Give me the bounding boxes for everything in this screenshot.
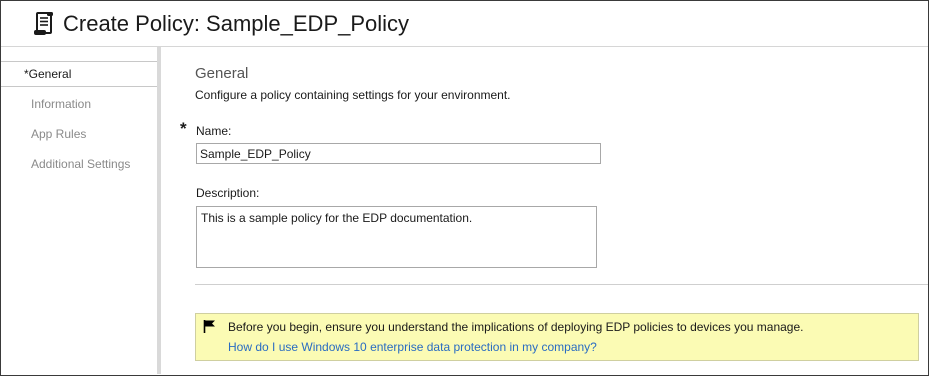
scroll-policy-icon <box>33 12 55 36</box>
sidebar-item-label: App Rules <box>31 127 87 141</box>
main-content: General Configure a policy containing se… <box>161 47 928 374</box>
name-field[interactable] <box>196 143 601 164</box>
page-title: Create Policy: Sample_EDP_Policy <box>63 11 410 36</box>
section-description: Configure a policy containing settings f… <box>195 88 511 102</box>
sidebar-nav: *General Information App Rules Additiona… <box>1 47 157 374</box>
required-marker: * <box>180 119 187 138</box>
flag-icon <box>203 319 217 333</box>
sidebar-item-label: Information <box>31 97 92 111</box>
name-label: Name: <box>196 124 232 138</box>
dialog-header: Create Policy: Sample_EDP_Policy <box>1 1 928 46</box>
info-notice: Before you begin, ensure you understand … <box>195 313 919 361</box>
content-divider <box>195 284 928 285</box>
description-field[interactable]: This is a sample policy for the EDP docu… <box>196 206 597 268</box>
description-label: Description: <box>196 186 260 200</box>
section-title: General <box>195 65 249 82</box>
sidebar-item-information[interactable]: Information <box>1 91 157 117</box>
notice-message: Before you begin, ensure you understand … <box>228 320 804 334</box>
help-link[interactable]: How do I use Windows 10 enterprise data … <box>228 340 597 354</box>
sidebar-item-label: Additional Settings <box>31 157 131 171</box>
sidebar-item-general[interactable]: *General <box>1 61 157 87</box>
sidebar-item-additional-settings[interactable]: Additional Settings <box>1 151 157 177</box>
sidebar-item-app-rules[interactable]: App Rules <box>1 121 157 147</box>
sidebar-item-label: *General <box>24 67 72 81</box>
